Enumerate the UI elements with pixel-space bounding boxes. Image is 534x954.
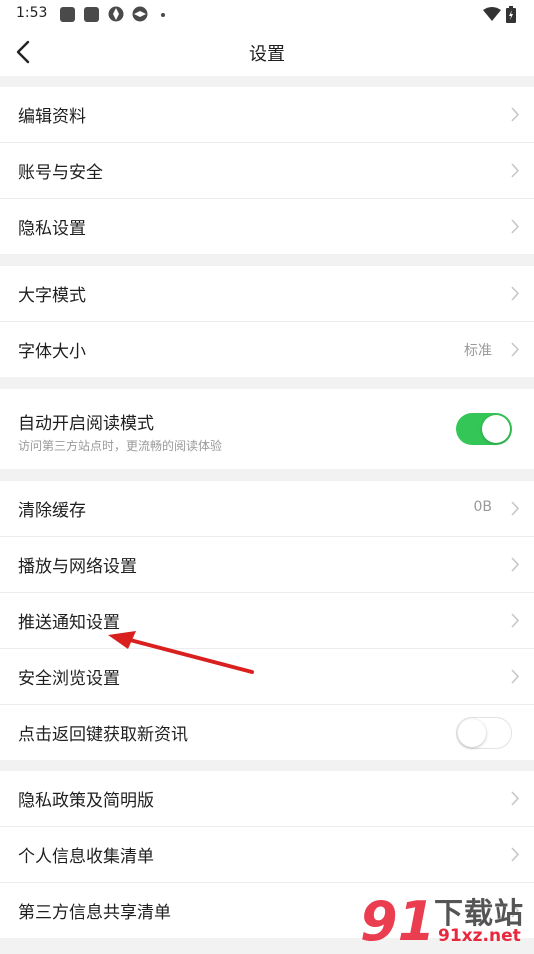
font-size-value: 标准 bbox=[464, 343, 492, 359]
settings-group-reading: 自动开启阅读模式 访问第三方站点时，更流畅的阅读体验 bbox=[0, 389, 534, 469]
status-time: 1:53 bbox=[16, 5, 48, 21]
item-label: 清除缓存 bbox=[18, 501, 86, 521]
item-label: 编辑资料 bbox=[18, 107, 86, 127]
font-size-item[interactable]: 字体大小 标准 bbox=[0, 322, 534, 377]
top-bar: 设置 bbox=[0, 30, 534, 76]
chevron-right-icon bbox=[511, 557, 520, 572]
chevron-right-icon bbox=[511, 342, 520, 357]
edit-profile-item[interactable]: 编辑资料 bbox=[0, 87, 534, 143]
auto-reading-mode-item: 自动开启阅读模式 访问第三方站点时，更流畅的阅读体验 bbox=[0, 389, 534, 469]
watermark-url: 91xz.net bbox=[438, 926, 521, 946]
settings-group-display: 大字模式 字体大小 标准 bbox=[0, 266, 534, 377]
playback-network-item[interactable]: 播放与网络设置 bbox=[0, 537, 534, 593]
wifi-icon bbox=[483, 7, 501, 21]
large-text-mode-item[interactable]: 大字模式 bbox=[0, 266, 534, 322]
personal-info-list-item[interactable]: 个人信息收集清单 bbox=[0, 827, 534, 883]
push-notification-item[interactable]: 推送通知设置 bbox=[0, 593, 534, 649]
back-key-refresh-toggle[interactable] bbox=[456, 717, 512, 749]
item-label: 第三方信息共享清单 bbox=[18, 903, 171, 923]
more-notifications-dot bbox=[161, 13, 165, 17]
notification-icon bbox=[60, 7, 75, 22]
annotation-arrow bbox=[108, 631, 254, 674]
app-notification-icon bbox=[108, 6, 124, 22]
toggle-knob bbox=[482, 415, 510, 443]
item-label: 点击返回键获取新资讯 bbox=[18, 725, 188, 745]
safe-browsing-item[interactable]: 安全浏览设置 bbox=[0, 649, 534, 705]
battery-icon bbox=[506, 6, 516, 23]
status-bar: 1:53 bbox=[0, 0, 534, 30]
settings-group-account: 编辑资料 账号与安全 隐私设置 bbox=[0, 87, 534, 254]
notification-icon bbox=[84, 7, 99, 22]
chevron-right-icon bbox=[511, 286, 520, 301]
chevron-right-icon bbox=[511, 791, 520, 806]
item-label: 账号与安全 bbox=[18, 163, 103, 183]
item-label: 字体大小 bbox=[18, 342, 86, 362]
chevron-right-icon bbox=[511, 219, 520, 234]
item-label: 大字模式 bbox=[18, 286, 86, 306]
app-notification-icon bbox=[132, 6, 148, 22]
chevron-right-icon bbox=[511, 163, 520, 178]
privacy-policy-item[interactable]: 隐私政策及简明版 bbox=[0, 771, 534, 827]
settings-group-general: 清除缓存 0B 播放与网络设置 推送通知设置 安全浏览设置 点击返回键获取新资讯 bbox=[0, 481, 534, 760]
item-label: 个人信息收集清单 bbox=[18, 847, 154, 867]
item-label: 自动开启阅读模式 bbox=[18, 414, 154, 434]
item-description: 访问第三方站点时，更流畅的阅读体验 bbox=[18, 439, 223, 453]
chevron-right-icon bbox=[511, 107, 520, 122]
chevron-right-icon bbox=[511, 847, 520, 862]
back-key-refresh-item: 点击返回键获取新资讯 bbox=[0, 705, 534, 760]
account-security-item[interactable]: 账号与安全 bbox=[0, 143, 534, 199]
item-label: 隐私设置 bbox=[18, 219, 86, 239]
chevron-right-icon bbox=[511, 669, 520, 684]
auto-reading-mode-toggle[interactable] bbox=[456, 413, 512, 445]
watermark-logo: 91 下载站 91xz.net bbox=[358, 888, 534, 953]
chevron-right-icon bbox=[511, 501, 520, 516]
chevron-right-icon bbox=[511, 613, 520, 628]
cache-size-value: 0B bbox=[473, 499, 492, 515]
page-title: 设置 bbox=[249, 44, 285, 65]
item-label: 播放与网络设置 bbox=[18, 557, 137, 577]
clear-cache-item[interactable]: 清除缓存 0B bbox=[0, 481, 534, 537]
item-label: 隐私政策及简明版 bbox=[18, 791, 154, 811]
privacy-settings-item[interactable]: 隐私设置 bbox=[0, 199, 534, 254]
toggle-knob bbox=[458, 719, 486, 747]
svg-text:91: 91 bbox=[360, 890, 435, 950]
